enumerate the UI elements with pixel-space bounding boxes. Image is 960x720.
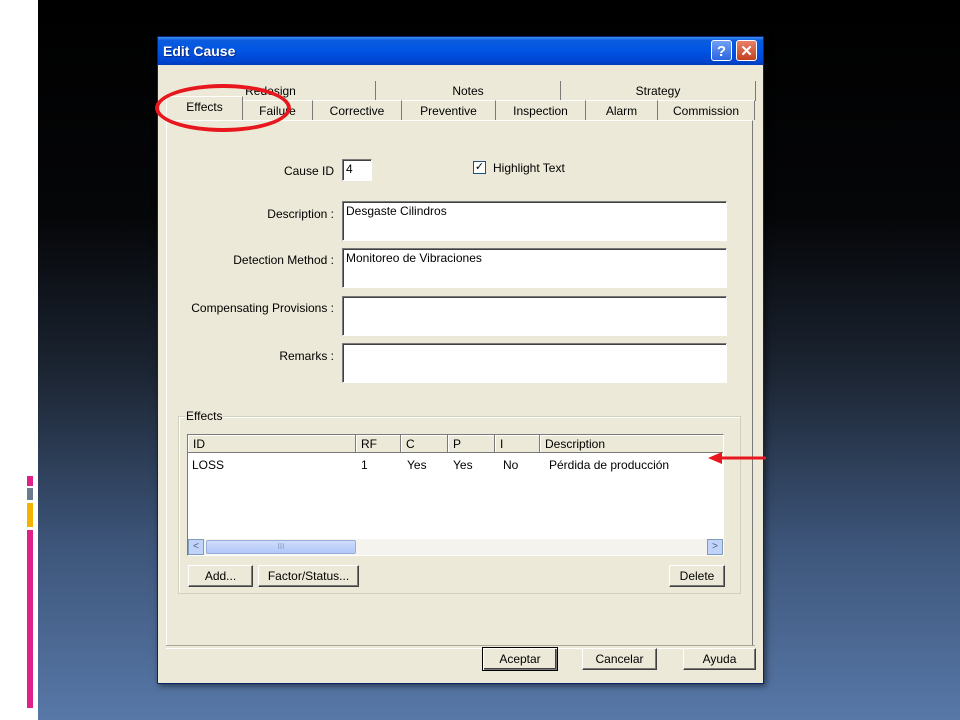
tab-commission[interactable]: Commission: [658, 100, 755, 120]
description-field[interactable]: Desgaste Cilindros: [342, 201, 727, 241]
cell-id: LOSS: [192, 458, 225, 472]
remarks-label: Remarks :: [279, 349, 334, 363]
column-header-c[interactable]: C: [401, 435, 448, 453]
edit-cause-dialog: Edit Cause ? ✕ Redesign Notes Strategy E…: [157, 36, 764, 684]
tab-inspection[interactable]: Inspection: [496, 100, 586, 120]
cell-description: Pérdida de producción: [549, 458, 670, 472]
tab-corrective[interactable]: Corrective: [313, 100, 402, 120]
column-header-i[interactable]: I: [495, 435, 540, 453]
compensating-provisions-field[interactable]: [342, 296, 727, 336]
accept-button[interactable]: Aceptar: [482, 647, 558, 671]
compensating-provisions-label: Compensating Provisions :: [191, 301, 334, 315]
description-label: Description :: [267, 207, 334, 221]
horizontal-scrollbar[interactable]: < III >: [188, 539, 723, 555]
highlight-text-checkbox[interactable]: ✓: [473, 161, 486, 174]
column-header-id[interactable]: ID: [188, 435, 356, 453]
add-effect-button[interactable]: Add...: [188, 565, 253, 587]
tab-strategy[interactable]: Strategy: [561, 81, 756, 101]
cause-id-label: Cause ID: [283, 164, 334, 178]
scroll-right-icon[interactable]: >: [707, 539, 723, 555]
cell-c: Yes: [407, 458, 427, 472]
cause-id-field[interactable]: 4: [342, 159, 372, 181]
column-header-description[interactable]: Description: [540, 435, 723, 453]
effects-group-title: Effects: [185, 409, 224, 423]
highlight-text-label: Highlight Text: [493, 161, 565, 175]
help-button[interactable]: Ayuda: [683, 648, 756, 670]
tab-notes[interactable]: Notes: [376, 81, 561, 101]
tab-alarm[interactable]: Alarm: [586, 100, 658, 120]
cell-p: Yes: [453, 458, 473, 472]
column-header-p[interactable]: P: [448, 435, 495, 453]
remarks-field[interactable]: [342, 343, 727, 383]
highlight-circle-annotation: [155, 84, 291, 132]
detection-method-label: Detection Method :: [233, 253, 334, 267]
help-icon[interactable]: ?: [711, 40, 732, 61]
tab-preventive[interactable]: Preventive: [402, 100, 496, 120]
cancel-button[interactable]: Cancelar: [582, 648, 657, 670]
footer-divider: [166, 645, 755, 649]
arrow-left-icon: [708, 452, 766, 464]
delete-effect-button[interactable]: Delete: [669, 565, 725, 587]
window-title: Edit Cause: [163, 43, 236, 59]
close-icon[interactable]: ✕: [736, 40, 757, 61]
scroll-left-icon[interactable]: <: [188, 539, 204, 555]
effects-list-header: ID RF C P I Description: [188, 435, 723, 453]
scroll-thumb[interactable]: III: [206, 540, 356, 554]
effects-groupbox: Effects ID RF C P I Description LOSS 1 Y…: [178, 409, 741, 594]
effects-list[interactable]: ID RF C P I Description LOSS 1 Yes Yes N…: [187, 434, 724, 556]
factor-status-button[interactable]: Factor/Status...: [258, 565, 359, 587]
cell-rf: 1: [361, 458, 368, 472]
detection-method-field[interactable]: Monitoreo de Vibraciones: [342, 248, 727, 288]
column-header-rf[interactable]: RF: [356, 435, 401, 453]
cell-i: No: [503, 458, 519, 472]
title-bar[interactable]: Edit Cause ? ✕: [158, 37, 763, 65]
